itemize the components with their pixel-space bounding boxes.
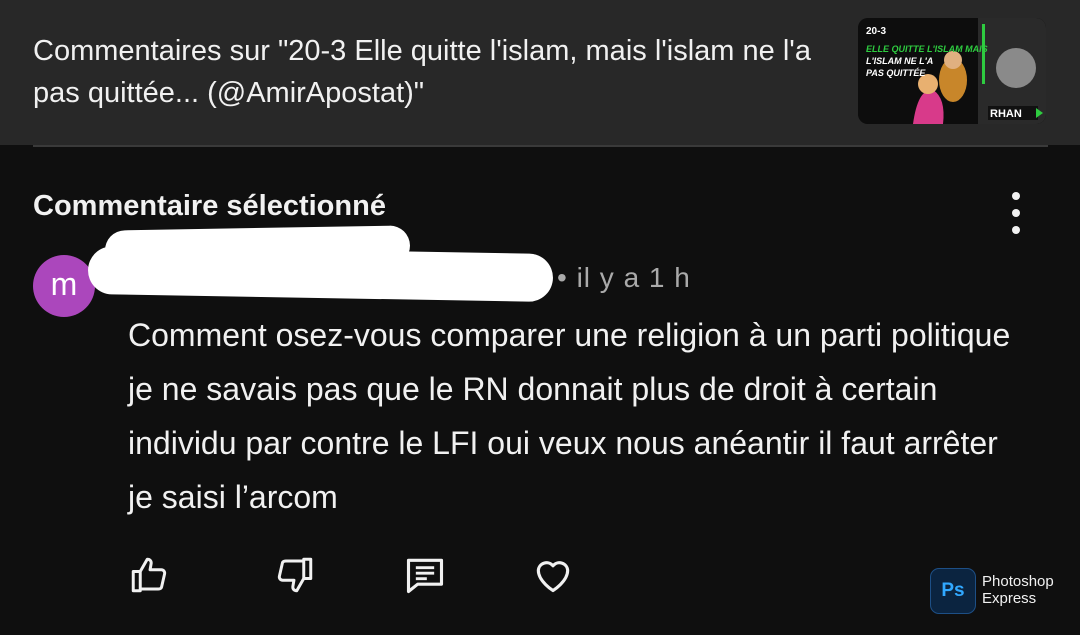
video-thumbnail[interactable]: 20-3 ELLE QUITTE L'ISLAM MAIS L'ISLAM NE…	[858, 18, 1046, 124]
watermark-line-1: Photoshop	[982, 573, 1054, 590]
avatar[interactable]: m	[33, 255, 95, 317]
header-divider	[33, 145, 1048, 147]
thumbnail-brand: RHAN	[990, 108, 1022, 120]
comments-header: Commentaires sur "20-3 Elle quitte l'isl…	[0, 0, 1080, 145]
heart-button[interactable]	[530, 552, 576, 598]
dot-icon	[1012, 226, 1020, 234]
dot-icon	[1012, 209, 1020, 217]
thumbnail-text-3: L'ISLAM NE L'A	[866, 56, 933, 66]
dislike-icon	[277, 557, 313, 593]
photoshop-logo: Ps	[930, 568, 976, 614]
reply-button[interactable]	[402, 552, 448, 598]
reply-icon	[406, 558, 444, 594]
photoshop-watermark: Photoshop Express	[982, 573, 1054, 607]
section-title: Commentaire sélectionné	[33, 190, 386, 222]
watermark-line-2: Express	[982, 590, 1037, 607]
heart-icon	[536, 561, 570, 593]
header-title: Commentaires sur "20-3 Elle quitte l'isl…	[33, 35, 811, 109]
more-options-button[interactable]	[996, 192, 1036, 234]
thumbnail-text-4: PAS QUITTÉE	[866, 68, 926, 78]
redaction-mark	[87, 245, 554, 303]
like-icon	[131, 557, 167, 593]
comment-text: Comment osez-vous comparer une religion …	[128, 317, 1011, 515]
comment-timestamp: • il y a 1 h	[557, 262, 691, 293]
dot-icon	[1012, 192, 1020, 200]
thumbnail-text-1: 20-3	[866, 26, 886, 37]
like-button[interactable]	[126, 552, 172, 598]
dislike-button[interactable]	[272, 552, 318, 598]
thumbnail-text-2: ELLE QUITTE L'ISLAM MAIS	[866, 44, 988, 54]
